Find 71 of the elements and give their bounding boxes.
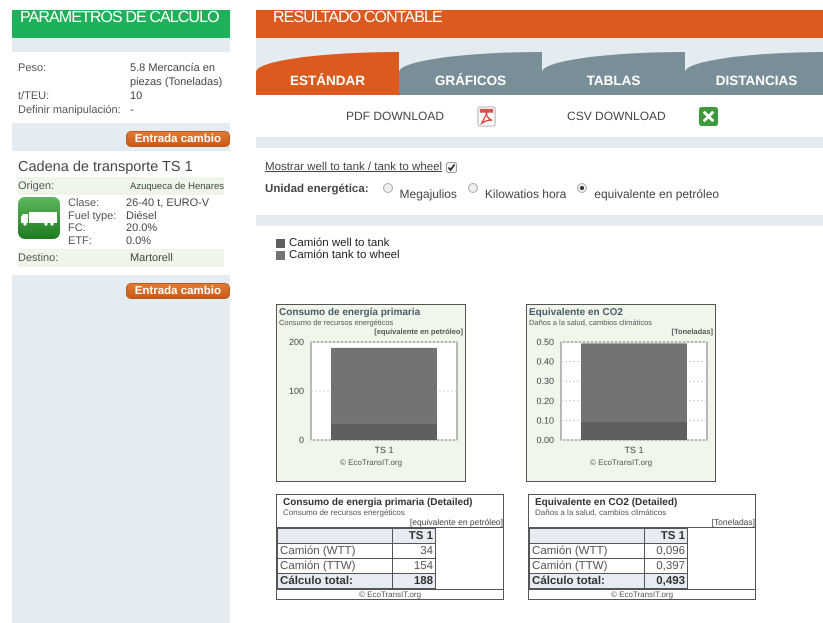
table-subtitle: Consumo de recursos energéticos (283, 508, 406, 517)
field-value: 20.0% (126, 222, 158, 234)
axis-tick-label: 0.10 (536, 415, 554, 426)
axis-tick-label: 100 (288, 386, 304, 396)
table-cell: 0,493 (644, 574, 688, 588)
axis-tick-label: 200 (288, 337, 304, 347)
change-button[interactable]: Entrada cambio (126, 283, 230, 299)
download-link[interactable]: CSV DOWNLOAD (567, 109, 666, 123)
unit-label: Unidad energética: (265, 182, 369, 195)
checkbox[interactable] (446, 162, 458, 172)
tab[interactable]: ESTÁNDAR (256, 52, 400, 95)
table-title: Equivalente en CO2 (Detailed) (535, 497, 678, 508)
radio-label[interactable]: Megajulios (400, 181, 457, 201)
field-label: t/TEU: (18, 89, 50, 103)
legend-label: Camión well to tank (289, 237, 390, 249)
axis-tick-label: 0.00 (536, 435, 554, 445)
axis-category-label: TS 1 (374, 445, 394, 455)
section-header: RESULTADO CONTABLE (256, 10, 823, 38)
radio-button[interactable] (382, 183, 393, 193)
field-label: Definir manipulación: (18, 103, 122, 117)
chart-credit: © EcoTransIT.org (588, 458, 654, 467)
radio-label[interactable]: Kilowatios hora (484, 181, 566, 201)
axis-tick-label: 0.40 (536, 356, 554, 367)
axis-tick-label: 0.50 (536, 337, 554, 347)
field-label: Destino: (18, 252, 60, 264)
legend-label: Camión tank to wheel (289, 249, 400, 261)
change-button[interactable]: Entrada cambio (126, 131, 230, 147)
radio-label[interactable]: equivalente en petróleo (594, 181, 720, 201)
field-label: Origen: (18, 180, 56, 192)
field-value: 5.8 Mercancía en piezas (Toneladas) (130, 61, 224, 89)
chart-credit: © EcoTransIT.org (338, 458, 404, 467)
download-link[interactable]: PDF DOWNLOAD (346, 109, 444, 123)
chart-title: Equivalente en CO2 (529, 307, 624, 318)
chain-title: Cadena de transporte TS 1 (18, 159, 194, 175)
section-header: PARAMETROS DE CALCULO (12, 10, 230, 38)
truck-icon (18, 197, 60, 239)
field-value: 10 (130, 89, 144, 103)
table-subtitle: Daños a la salud, cambios climáticos (535, 508, 668, 517)
pdf-file-icon[interactable] (476, 106, 498, 126)
field-label: Fuel type: (68, 210, 118, 222)
radio-button[interactable] (577, 183, 588, 193)
table-cell: 188 (392, 574, 436, 588)
table-cell: Camión (WTT) (530, 544, 645, 558)
chart-title: Consumo de energía primaria (279, 307, 422, 318)
table-credit: © EcoTransIT.org (529, 589, 756, 599)
field-label: ETF: (68, 234, 93, 247)
field-label: FC: (68, 222, 87, 234)
column-header: TS 1 (644, 528, 688, 544)
field-value: Diésel (126, 210, 157, 222)
table-cell: Camión (WTT) (278, 544, 393, 558)
axis-tick-label: 0 (299, 435, 304, 445)
field-value: Martorell (130, 252, 174, 264)
table-unit: [equivalente en petróleo] (408, 517, 504, 527)
field-value: Azuqueca de Henares (130, 180, 224, 192)
column-header: TS 1 (392, 528, 436, 544)
axis-tick-label: 0.20 (536, 396, 554, 406)
field-label: Clase: (68, 197, 100, 210)
axis-category-label: TS 1 (624, 445, 644, 455)
field-label: Peso: (18, 61, 48, 76)
field-value: - (130, 103, 135, 117)
field-value: 26-40 t, EURO-V (126, 197, 210, 210)
table-cell: Cálculo total: (530, 574, 645, 588)
table-unit: [Toneladas] (710, 517, 756, 527)
field-value: 0.0% (126, 234, 152, 247)
table-credit: © EcoTransIT.org (277, 589, 504, 599)
axis-tick-label: 0.30 (536, 376, 554, 386)
table-title: Consumo de energia primaria (Detailed) (283, 497, 474, 508)
table-cell: Cálculo total: (278, 574, 393, 588)
toggle-link[interactable]: Mostrar well to tank / tank to wheel (265, 161, 442, 173)
radio-button[interactable] (468, 183, 478, 193)
spreadsheet-icon[interactable] (698, 106, 719, 126)
